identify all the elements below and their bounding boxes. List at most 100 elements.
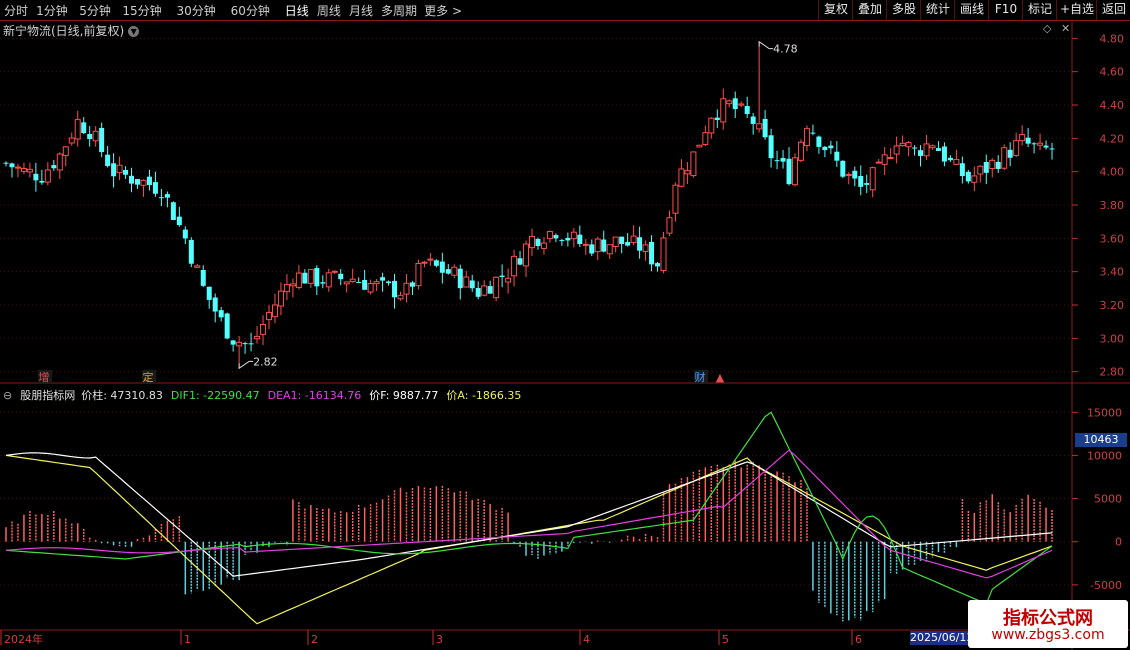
candle-body — [797, 141, 804, 161]
candle-body — [499, 275, 505, 278]
candle-body — [277, 290, 284, 307]
candle-body — [74, 119, 81, 140]
toolbar-button-3[interactable]: 统计 — [920, 0, 955, 20]
candle-body — [325, 272, 332, 288]
indicator-tick-label: 0 — [1115, 536, 1122, 549]
candle-body — [81, 122, 87, 134]
candle-body — [254, 335, 261, 340]
candle-body — [630, 235, 637, 244]
candle-body — [834, 151, 840, 161]
candle-body — [206, 286, 212, 300]
candle-body — [606, 244, 613, 255]
period-tab-4[interactable]: 30分钟 — [176, 2, 215, 19]
candle-body — [594, 238, 601, 253]
period-tab-6[interactable]: 日线 — [285, 2, 309, 19]
period-tab-10[interactable]: 更多 > — [424, 2, 462, 19]
period-tab-3[interactable]: 15分钟 — [122, 2, 161, 19]
candle-body — [672, 184, 679, 214]
candle-body — [212, 297, 218, 312]
candle-body — [392, 280, 398, 298]
toolbar-button-8[interactable]: 返回 — [1096, 0, 1130, 20]
period-tab-5[interactable]: 60分钟 — [231, 2, 270, 19]
indicator-fields: 价柱: 47310.83 DIF1: -22590.47 DEA1: -16134.… — [81, 389, 529, 402]
diamond-icon[interactable]: ◇ — [1043, 22, 1051, 35]
candle-body — [439, 261, 445, 273]
candle-body — [266, 311, 272, 321]
period-tab-2[interactable]: 5分钟 — [79, 2, 111, 19]
candle-body — [601, 239, 607, 252]
xaxis-label: 5 — [722, 633, 729, 646]
period-tab-7[interactable]: 周线 — [317, 2, 341, 19]
candle-body — [409, 282, 415, 287]
candle-body — [912, 147, 918, 149]
candle-body — [170, 202, 176, 220]
candle-body — [433, 260, 439, 266]
toolbar-button-4[interactable]: 画线 — [954, 0, 989, 20]
candle-body — [887, 157, 894, 160]
candle-body — [182, 229, 188, 239]
candle-body — [421, 261, 428, 264]
candle-body — [20, 168, 27, 172]
watermark: 指标公式网 www.zbgs3.com — [968, 600, 1128, 648]
candle-body — [546, 231, 553, 240]
price-tick-label: 4.00 — [1100, 166, 1125, 179]
toolbar-button-1[interactable]: 叠加 — [852, 0, 887, 20]
candle-body — [146, 176, 152, 186]
chevron-down-icon[interactable]: ▼ — [128, 26, 140, 37]
candle-body — [242, 343, 248, 345]
indicator-settings-icon[interactable]: ⊖ — [3, 389, 12, 402]
candle-body — [56, 153, 63, 171]
period-tab-0[interactable]: 分时 — [4, 2, 28, 19]
candle-body — [971, 175, 978, 183]
event-marker-bg — [38, 370, 52, 383]
candle-body — [947, 157, 953, 161]
main-chart-title[interactable]: 新宁物流(日线,前复权) ▼ — [3, 22, 140, 39]
high-marker — [758, 40, 774, 50]
line-dif1 — [5, 411, 1053, 605]
candle-body — [929, 145, 936, 149]
candle-body — [200, 269, 206, 286]
candle-body — [99, 127, 105, 153]
candle-body — [427, 258, 434, 261]
toolbar-button-2[interactable]: 多股 — [886, 0, 921, 20]
xaxis-label: 2024年 — [4, 632, 43, 646]
candle-body — [678, 168, 685, 187]
candle-body — [475, 288, 481, 297]
toolbar-button-6[interactable]: 标记 — [1022, 0, 1057, 20]
candle-body — [714, 117, 720, 120]
candle-body — [858, 175, 864, 187]
candle-body — [289, 283, 296, 287]
event-marker-bg — [694, 370, 708, 383]
candle-body — [176, 216, 182, 226]
candle-body — [756, 123, 763, 130]
close-icon[interactable]: ✕ — [1061, 22, 1070, 35]
candle-body — [625, 242, 631, 246]
period-tab-1[interactable]: 1分钟 — [36, 2, 68, 19]
period-tab-9[interactable]: 多周期 — [381, 2, 417, 19]
candle-body — [505, 277, 512, 283]
candle-body — [218, 310, 224, 318]
candle-body — [720, 98, 727, 123]
candle-body — [702, 132, 709, 146]
candle-body — [129, 175, 135, 184]
candle-body — [708, 117, 715, 134]
toolbar-button-0[interactable]: 复权 — [818, 0, 853, 20]
candle-body — [307, 269, 314, 284]
candle-body — [523, 243, 530, 267]
candle-body — [51, 165, 57, 169]
event-marker: 财 — [695, 370, 706, 384]
candle-body — [582, 243, 589, 246]
candle-body — [570, 231, 577, 240]
period-tab-8[interactable]: 月线 — [349, 2, 373, 19]
toolbar-button-7[interactable]: +自选 — [1056, 0, 1097, 20]
toolbar-button-5[interactable]: F10 — [988, 0, 1023, 20]
candle-body — [1043, 145, 1049, 148]
candle-body — [68, 137, 75, 144]
xaxis-label: 3 — [436, 633, 443, 646]
candle-body — [762, 118, 768, 138]
price-tick-label: 4.20 — [1100, 132, 1125, 145]
candle-body — [845, 173, 852, 176]
candle-body — [451, 266, 458, 276]
candle-body — [637, 237, 643, 251]
candle-body — [1037, 142, 1044, 146]
